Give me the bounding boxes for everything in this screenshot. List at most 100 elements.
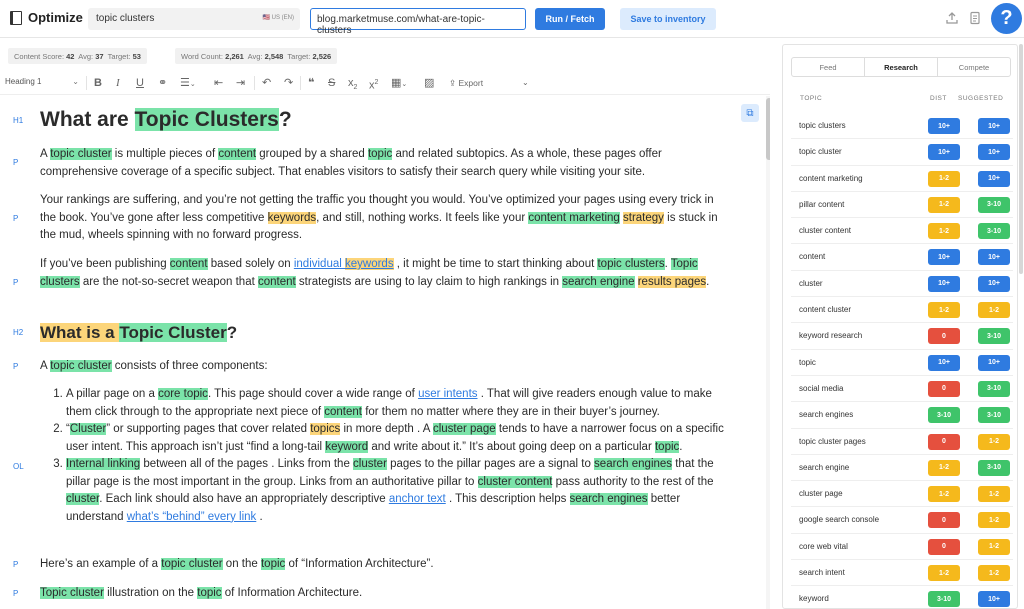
outdent-icon[interactable]: ⇤ (214, 76, 223, 90)
topic-name: search engines (799, 410, 854, 420)
topic-row[interactable]: topic cluster pages 0 1-2 (791, 429, 1013, 455)
text-run: . This description helps (445, 493, 570, 505)
language-select[interactable]: 🇺🇸 US (EN) (263, 14, 294, 21)
topic-row[interactable]: search engine 1-2 3-10 (791, 455, 1013, 482)
panel-scrollbar[interactable] (1019, 44, 1023, 274)
tab-research[interactable]: Research (865, 58, 938, 76)
topic-query-value: topic clusters (96, 13, 155, 24)
strikethrough-icon[interactable]: S (328, 76, 335, 90)
brand[interactable]: Optimize (10, 10, 83, 25)
suggested-badge: 10+ (978, 249, 1010, 266)
content-avg-label: Avg: (78, 52, 94, 61)
link[interactable]: what’s “behind” every link (127, 511, 257, 523)
topic-row[interactable]: search engines 3-10 3-10 (791, 402, 1013, 429)
link[interactable]: anchor text (389, 493, 446, 505)
topic-row[interactable]: cluster content 1-2 3-10 (791, 218, 1013, 245)
indent-icon[interactable]: ⇥ (236, 76, 245, 90)
undo-icon[interactable]: ↶ (262, 76, 271, 90)
bold-icon[interactable]: B (94, 76, 102, 90)
text-run: . Each link should also have an appropri… (99, 493, 389, 505)
paragraph[interactable]: A topic cluster is multiple pieces of co… (40, 146, 730, 181)
document-icon[interactable] (968, 11, 982, 25)
distribution-badge: 1-2 (928, 459, 960, 476)
highlighted-term: keyword (325, 440, 369, 453)
section-heading[interactable]: What is a Topic Cluster? (40, 322, 237, 344)
link[interactable]: user intents (418, 388, 477, 400)
topic-query-input[interactable]: topic clusters 🇺🇸 US (EN) (88, 8, 300, 30)
link[interactable]: individual (294, 258, 345, 270)
tab-compete[interactable]: Compete (938, 58, 1010, 76)
paragraph[interactable]: If you’ve been publishing content based … (40, 256, 730, 291)
paragraph[interactable]: A topic cluster consists of three compon… (40, 358, 730, 376)
image-icon[interactable]: ▨ (424, 76, 434, 90)
page-title[interactable]: What are Topic Clusters? (40, 107, 292, 133)
list-item[interactable]: A pillar page on a core topic. This page… (66, 386, 732, 421)
highlighted-term: topic clusters (597, 258, 665, 270)
suggested-badge: 10+ (978, 144, 1010, 161)
run-fetch-button[interactable]: Run / Fetch (535, 8, 605, 30)
topic-row[interactable]: google search console 0 1-2 (791, 507, 1013, 534)
editor-scroll-thumb[interactable] (766, 98, 770, 160)
editor-scrollbar[interactable] (766, 96, 770, 609)
topic-row[interactable]: topic cluster 10+ 10+ (791, 139, 1013, 166)
table-icon[interactable]: ▦⌄ (391, 76, 407, 92)
paragraph[interactable]: Here’s an example of a topic cluster on … (40, 556, 730, 574)
topic-row[interactable]: content marketing 1-2 10+ (791, 166, 1013, 192)
topic-name: search intent (799, 568, 845, 578)
highlighted-term: results pages (637, 275, 707, 288)
link-icon[interactable]: ⚭ (158, 76, 167, 90)
brand-name: Optimize (28, 10, 83, 25)
superscript-icon[interactable]: x2 (369, 76, 378, 93)
text-run: pages to the pillar pages are a signal t… (386, 458, 595, 470)
editor[interactable]: H1 P P P H2 P OL P P What are Topic Clus… (0, 96, 770, 609)
topic-row[interactable]: core web vital 0 1-2 (791, 534, 1013, 561)
heading-select[interactable]: Heading 1 ⌄ (5, 77, 81, 86)
save-to-inventory-button[interactable]: Save to inventory (620, 8, 716, 30)
highlighted-term: cluster (353, 458, 387, 470)
highlighted-term: Topic Cluster (119, 323, 227, 342)
topic-row[interactable]: cluster 10+ 10+ (791, 271, 1013, 298)
upload-icon[interactable] (945, 11, 959, 25)
list-item[interactable]: “Cluster” or supporting pages that cover… (66, 421, 732, 456)
block-type-label: P (13, 589, 19, 598)
text-run: are the not-so-secret weapon that (79, 275, 258, 288)
link[interactable]: keywords (345, 258, 394, 270)
highlighted-term: content (324, 405, 362, 418)
toolbar-divider (254, 76, 255, 90)
paragraph[interactable]: Your rankings are suffering, and you’re … (40, 192, 730, 245)
text-run: consists of three components: (111, 360, 268, 372)
topic-name: topic (799, 357, 816, 367)
topic-row[interactable]: social media 0 3-10 (791, 376, 1013, 403)
topic-row[interactable]: cluster page 1-2 1-2 (791, 481, 1013, 508)
text-run: illustration on the (103, 587, 198, 599)
ordered-list[interactable]: A pillar page on a core topic. This page… (66, 386, 732, 526)
distribution-badge: 3-10 (928, 591, 960, 608)
paragraph[interactable]: Topic cluster illustration on the topic … (40, 585, 730, 603)
text-run: of Information Architecture. (221, 587, 363, 599)
redo-icon[interactable]: ↷ (284, 76, 293, 90)
topic-name: cluster page (799, 489, 843, 499)
topic-row[interactable]: content cluster 1-2 1-2 (791, 297, 1013, 324)
topic-row[interactable]: keyword 3-10 10+ (791, 586, 1013, 608)
topic-name: google search console (799, 515, 880, 525)
bullet-list-icon[interactable]: ☰⌄ (180, 76, 196, 92)
topic-row[interactable]: topic clusters 10+ 10+ (791, 113, 1013, 140)
copy-icon[interactable]: ⧉ (741, 104, 759, 122)
list-item[interactable]: Internal linking between all of the page… (66, 456, 732, 526)
underline-icon[interactable]: U (136, 76, 144, 90)
help-button[interactable]: ? (991, 3, 1022, 34)
topic-row[interactable]: pillar content 1-2 3-10 (791, 192, 1013, 219)
topic-row[interactable]: topic 10+ 10+ (791, 350, 1013, 376)
url-input[interactable]: blog.marketmuse.com/what-are-topic-clust… (310, 8, 526, 36)
chevron-down-icon[interactable]: ⌄ (522, 76, 529, 90)
topic-row[interactable]: content 10+ 10+ (791, 244, 1013, 271)
highlighted-term: topic (260, 558, 286, 570)
italic-icon[interactable]: I (116, 76, 120, 90)
text-run: and write about it.” It’s about going de… (368, 440, 655, 453)
subscript-icon[interactable]: x2 (348, 76, 357, 95)
tab-feed[interactable]: Feed (792, 58, 865, 76)
topic-row[interactable]: keyword research 0 3-10 (791, 323, 1013, 350)
export-button[interactable]: ⇪ Export (449, 76, 483, 90)
topic-row[interactable]: search intent 1-2 1-2 (791, 560, 1013, 587)
quote-icon[interactable]: ❝ (308, 76, 314, 90)
